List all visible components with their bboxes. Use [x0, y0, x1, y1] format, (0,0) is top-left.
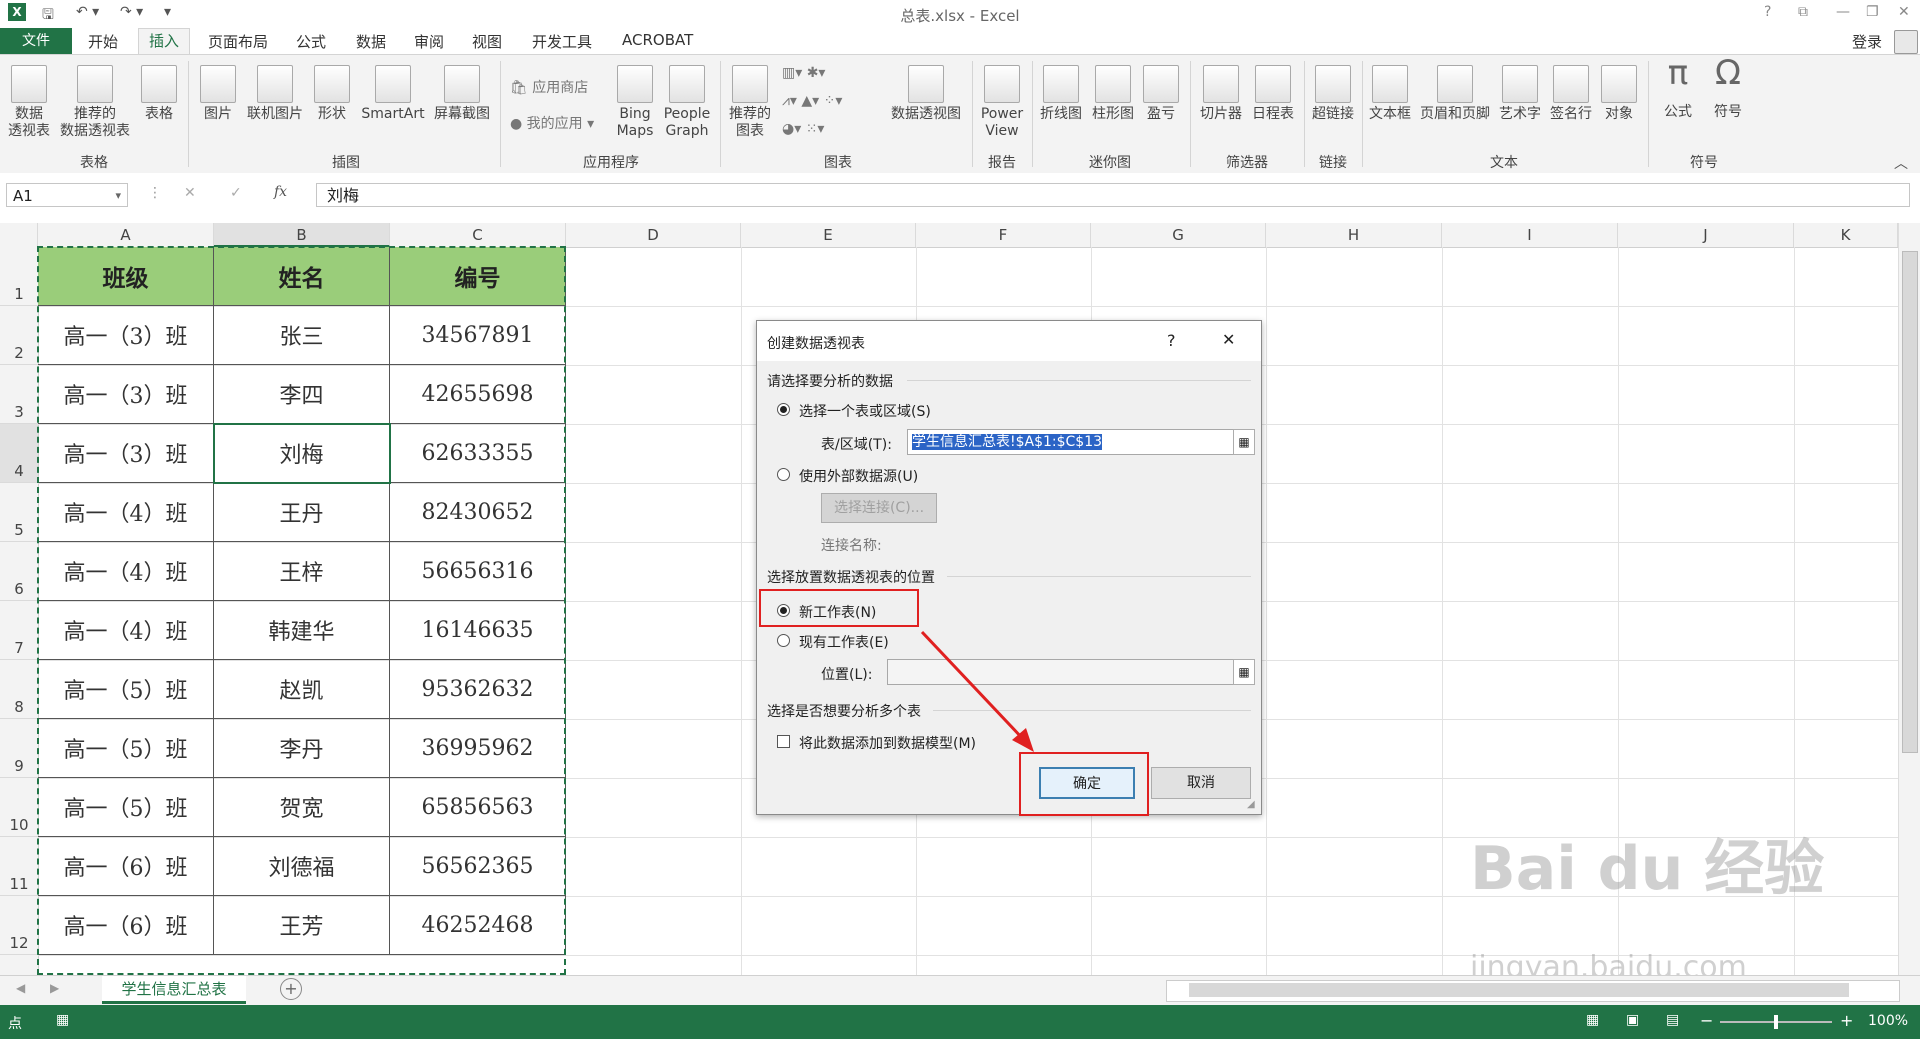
next-sheet-icon[interactable]: ▶	[50, 981, 59, 995]
annotation-arrow	[920, 630, 1034, 752]
add-sheet-button[interactable]: +	[280, 978, 302, 1000]
zoom-out-icon[interactable]: −	[1700, 1011, 1713, 1030]
page-break-icon[interactable]: ▤	[1666, 1012, 1679, 1028]
zoom-in-icon[interactable]: +	[1840, 1011, 1853, 1030]
sheet-tabs-bar: ◀ ▶ 学生信息汇总表 +	[0, 975, 1920, 1006]
page-layout-icon[interactable]: ▣	[1626, 1012, 1639, 1028]
macro-record-icon[interactable]: ▦	[56, 1012, 69, 1028]
horizontal-scrollbar[interactable]	[1166, 980, 1900, 1002]
zoom-level[interactable]: 100%	[1868, 1013, 1908, 1029]
scroll-thumb[interactable]	[1189, 983, 1849, 997]
status-mode: 点	[8, 1016, 22, 1032]
zoom-slider[interactable]	[1720, 1015, 1832, 1029]
status-bar: 点 ▦ ▦ ▣ ▤ − + 100%	[0, 1005, 1920, 1039]
prev-sheet-icon[interactable]: ◀	[16, 981, 25, 995]
zoom-slider-thumb[interactable]	[1774, 1015, 1778, 1029]
normal-view-icon[interactable]: ▦	[1586, 1012, 1599, 1028]
sheet-tab-active[interactable]: 学生信息汇总表	[102, 976, 246, 1004]
arrow-line	[920, 630, 1026, 742]
